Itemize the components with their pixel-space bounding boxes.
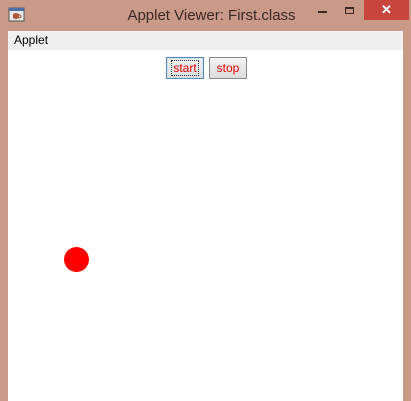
title-bar[interactable]: Applet Viewer: First.class ✕ xyxy=(0,0,411,31)
close-button[interactable]: ✕ xyxy=(364,0,409,20)
minimize-button[interactable] xyxy=(309,0,336,20)
minimize-icon xyxy=(318,11,327,13)
red-ball xyxy=(64,247,89,272)
start-button-label: start xyxy=(171,60,199,76)
stop-button[interactable]: stop xyxy=(209,57,247,79)
applet-canvas: start stop xyxy=(8,50,403,401)
close-icon: ✕ xyxy=(381,2,392,17)
menu-applet[interactable]: Applet xyxy=(14,33,48,48)
maximize-icon xyxy=(345,6,354,14)
menu-bar: Applet xyxy=(8,31,403,50)
start-button[interactable]: start xyxy=(166,57,204,79)
maximize-button[interactable] xyxy=(336,0,363,20)
applet-viewer-window: Applet Viewer: First.class ✕ Applet star… xyxy=(0,0,411,401)
